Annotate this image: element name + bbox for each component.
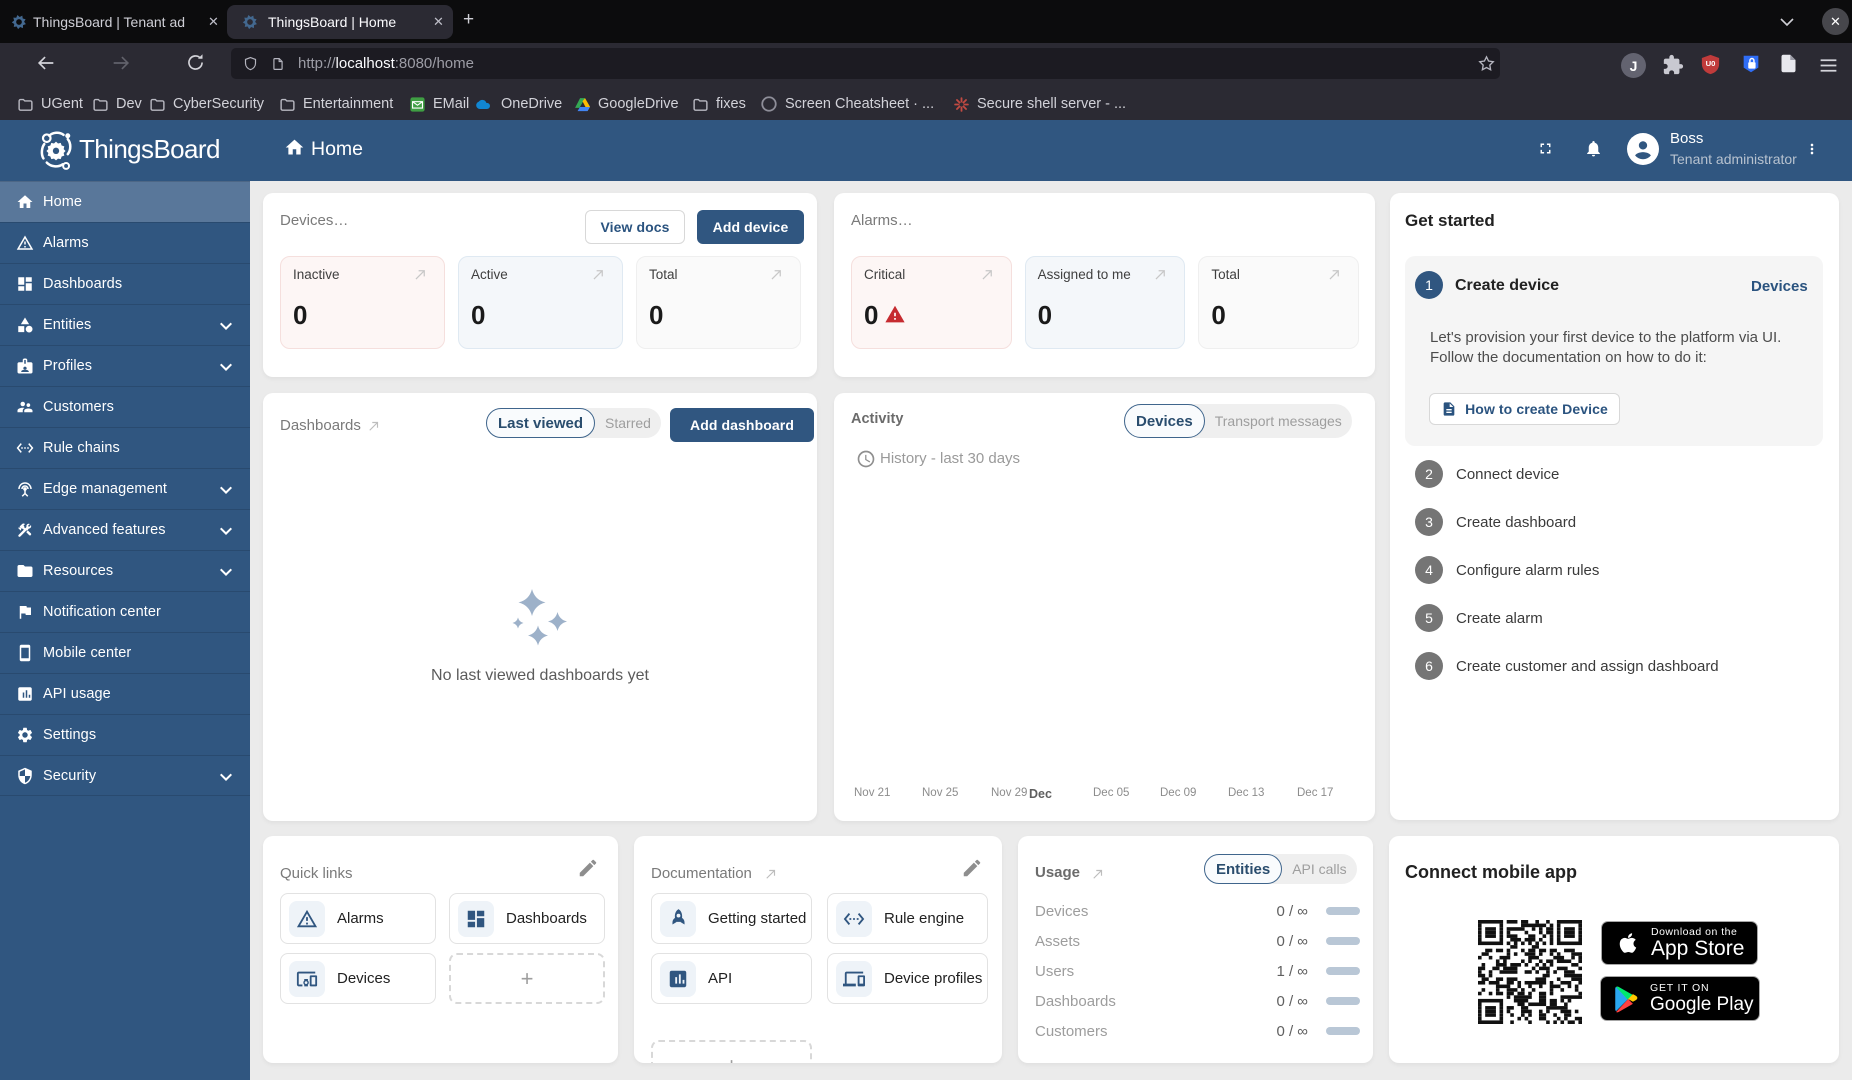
svg-text:U0: U0 (1706, 59, 1716, 68)
